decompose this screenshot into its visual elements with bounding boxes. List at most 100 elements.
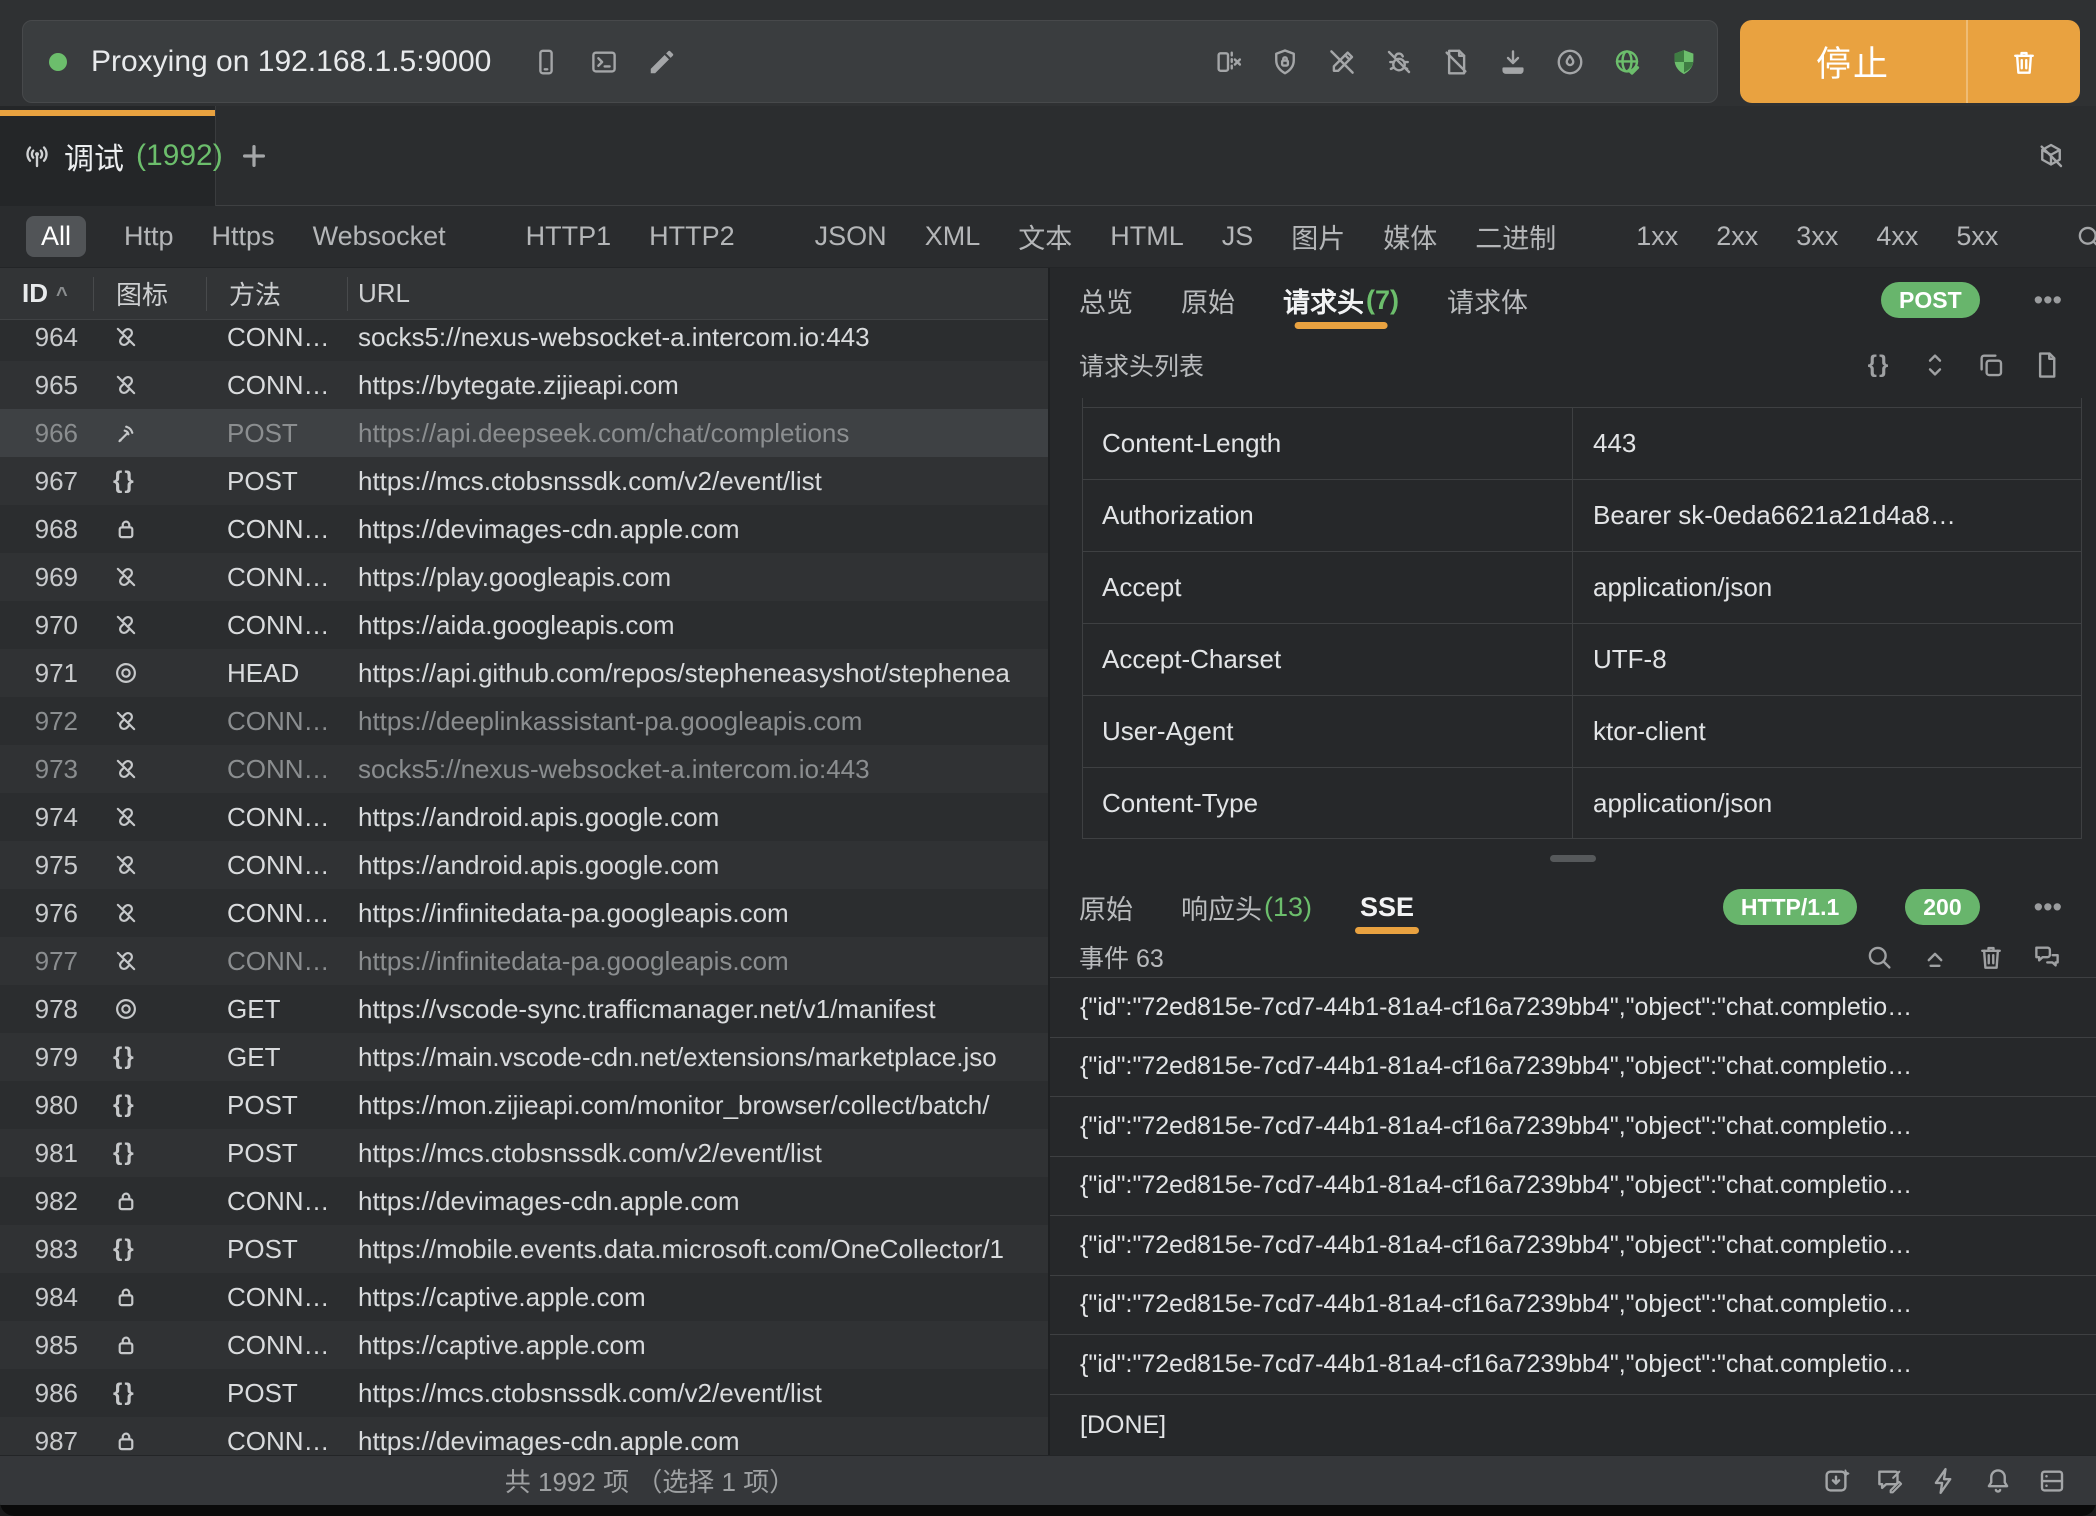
- feedback-icon[interactable]: [1875, 1466, 1905, 1496]
- table-row[interactable]: 968CONN…https://devimages-cdn.apple.com: [0, 505, 1048, 553]
- column-header-url[interactable]: URL: [348, 277, 1048, 311]
- table-row[interactable]: 986{}POSThttps://mcs.ctobsnssdk.com/v2/e…: [0, 1369, 1048, 1417]
- response-tab-SSE[interactable]: SSE: [1360, 877, 1414, 937]
- cube-off-icon[interactable]: [2036, 141, 2066, 171]
- request-tab-请求头[interactable]: 请求头(7): [1283, 268, 1399, 332]
- table-row[interactable]: 973CONN…socks5://nexus-websocket-a.inter…: [0, 745, 1048, 793]
- table-row[interactable]: 966POSThttps://api.deepseek.com/chat/com…: [0, 409, 1048, 457]
- mobile-device-icon[interactable]: [529, 45, 563, 79]
- column-header-icon[interactable]: 图标: [94, 277, 207, 311]
- response-menu-button[interactable]: •••: [2034, 892, 2062, 923]
- trash-icon[interactable]: [1976, 942, 2006, 972]
- response-tab-响应头[interactable]: 响应头(13): [1181, 877, 1312, 937]
- bolt-icon[interactable]: [1929, 1466, 1959, 1496]
- sse-event-row[interactable]: {"id":"72ed815e-7cd7-44b1-81a4-cf16a7239…: [1050, 1038, 2096, 1098]
- request-menu-button[interactable]: •••: [2034, 285, 2062, 316]
- header-row[interactable]: Accept-CharsetUTF-8: [1083, 623, 2081, 695]
- scroll-top-icon[interactable]: [1920, 942, 1950, 972]
- breakpoint-off-icon[interactable]: [1382, 45, 1416, 79]
- table-row[interactable]: 976CONN…https://infinitedata-pa.googleap…: [0, 889, 1048, 937]
- response-tab-原始[interactable]: 原始: [1079, 877, 1133, 937]
- request-tab-原始[interactable]: 原始: [1181, 268, 1235, 332]
- sse-event-row[interactable]: {"id":"72ed815e-7cd7-44b1-81a4-cf16a7239…: [1050, 1157, 2096, 1217]
- table-row[interactable]: 969CONN…https://play.googleapis.com: [0, 553, 1048, 601]
- filter-2xx[interactable]: 2xx: [1716, 221, 1758, 252]
- table-row[interactable]: 965CONN…https://bytegate.zijieapi.com: [0, 361, 1048, 409]
- header-row[interactable]: AuthorizationBearer sk-0eda6621a21d4a8…: [1083, 479, 2081, 551]
- request-tab-总览[interactable]: 总览: [1079, 268, 1133, 332]
- bubbles-icon[interactable]: [2032, 942, 2062, 972]
- table-row[interactable]: 979{}GEThttps://main.vscode-cdn.net/exte…: [0, 1033, 1048, 1081]
- filter-4xx[interactable]: 4xx: [1876, 221, 1918, 252]
- filter-5xx[interactable]: 5xx: [1956, 221, 1998, 252]
- header-row[interactable]: Content-Length443: [1083, 407, 2081, 479]
- table-row[interactable]: 984CONN…https://captive.apple.com: [0, 1273, 1048, 1321]
- filter-二进制[interactable]: 二进制: [1475, 217, 1556, 256]
- server-icon[interactable]: [2037, 1466, 2067, 1496]
- sort-icon[interactable]: [1920, 350, 1950, 380]
- bell-icon[interactable]: [1983, 1466, 2013, 1496]
- header-row[interactable]: Content-Typeapplication/json: [1083, 767, 2081, 839]
- table-row[interactable]: 974CONN…https://android.apis.google.com: [0, 793, 1048, 841]
- network-globe-icon[interactable]: [1610, 45, 1644, 79]
- table-row[interactable]: 977CONN…https://infinitedata-pa.googleap…: [0, 937, 1048, 985]
- device-install-icon[interactable]: [1821, 1466, 1851, 1496]
- sse-event-row[interactable]: {"id":"72ed815e-7cd7-44b1-81a4-cf16a7239…: [1050, 1097, 2096, 1157]
- sse-done-row[interactable]: [DONE]: [1050, 1395, 2096, 1456]
- filter-xml[interactable]: XML: [925, 221, 981, 252]
- edit-icon[interactable]: [645, 45, 679, 79]
- stop-button[interactable]: 停止: [1740, 20, 2080, 103]
- filter-1xx[interactable]: 1xx: [1636, 221, 1678, 252]
- table-row[interactable]: 981{}POSThttps://mcs.ctobsnssdk.com/v2/e…: [0, 1129, 1048, 1177]
- filter-https[interactable]: Https: [212, 221, 275, 252]
- rewrite-off-icon[interactable]: [1325, 45, 1359, 79]
- filter-js[interactable]: JS: [1222, 221, 1254, 252]
- request-tab-请求体[interactable]: 请求体: [1447, 268, 1528, 332]
- table-row[interactable]: 983{}POSThttps://mobile.events.data.micr…: [0, 1225, 1048, 1273]
- braces-icon[interactable]: {}: [1864, 350, 1894, 380]
- table-row[interactable]: 980{}POSThttps://mon.zijieapi.com/monito…: [0, 1081, 1048, 1129]
- table-row[interactable]: 982CONN…https://devimages-cdn.apple.com: [0, 1177, 1048, 1225]
- table-row[interactable]: 975CONN…https://android.apis.google.com: [0, 841, 1048, 889]
- table-row[interactable]: 985CONN…https://captive.apple.com: [0, 1321, 1048, 1369]
- table-row[interactable]: 978GEThttps://vscode-sync.trafficmanager…: [0, 985, 1048, 1033]
- header-row[interactable]: User-Agentktor-client: [1083, 695, 2081, 767]
- table-row[interactable]: 964CONN…socks5://nexus-websocket-a.inter…: [0, 320, 1048, 361]
- clear-trash-icon[interactable]: [1968, 47, 2080, 77]
- search-icon[interactable]: [1864, 942, 1894, 972]
- tab-debug[interactable]: 调试 (1992): [0, 106, 216, 206]
- table-row[interactable]: 967{}POSThttps://mcs.ctobsnssdk.com/v2/e…: [0, 457, 1048, 505]
- filter-http1[interactable]: HTTP1: [526, 221, 612, 252]
- filter-http2[interactable]: HTTP2: [649, 221, 735, 252]
- table-row[interactable]: 970CONN…https://aida.googleapis.com: [0, 601, 1048, 649]
- add-tab-button[interactable]: [216, 106, 292, 206]
- filter-媒体[interactable]: 媒体: [1383, 217, 1437, 256]
- table-row[interactable]: 987CONN…https://devimages-cdn.apple.com: [0, 1417, 1048, 1455]
- sse-event-row[interactable]: {"id":"72ed815e-7cd7-44b1-81a4-cf16a7239…: [1050, 1216, 2096, 1276]
- filter-文本[interactable]: 文本: [1018, 217, 1072, 256]
- filter-3xx[interactable]: 3xx: [1796, 221, 1838, 252]
- column-header-method[interactable]: 方法: [207, 277, 348, 311]
- splitter-handle[interactable]: [1550, 855, 1596, 862]
- filter-图片[interactable]: 图片: [1291, 217, 1345, 256]
- table-row[interactable]: 972CONN…https://deeplinkassistant-pa.goo…: [0, 697, 1048, 745]
- sse-event-row[interactable]: {"id":"72ed815e-7cd7-44b1-81a4-cf16a7239…: [1050, 978, 2096, 1038]
- ssl-shield-icon[interactable]: [1667, 45, 1701, 79]
- download-icon[interactable]: [1496, 45, 1530, 79]
- throttle-icon[interactable]: [1553, 45, 1587, 79]
- panel-splitter[interactable]: [1050, 839, 2096, 877]
- table-row[interactable]: 971HEADhttps://api.github.com/repos/step…: [0, 649, 1048, 697]
- filter-all[interactable]: All: [26, 216, 86, 257]
- sse-event-row[interactable]: {"id":"72ed815e-7cd7-44b1-81a4-cf16a7239…: [1050, 1276, 2096, 1336]
- device-disconnect-icon[interactable]: [1211, 45, 1245, 79]
- certificate-shield-icon[interactable]: [1268, 45, 1302, 79]
- sse-event-row[interactable]: {"id":"72ed815e-7cd7-44b1-81a4-cf16a7239…: [1050, 1335, 2096, 1395]
- filter-json[interactable]: JSON: [815, 221, 887, 252]
- filter-websocket[interactable]: Websocket: [313, 221, 446, 252]
- copy-icon[interactable]: [1976, 350, 2006, 380]
- filter-html[interactable]: HTML: [1110, 221, 1184, 252]
- header-row[interactable]: Acceptapplication/json: [1083, 551, 2081, 623]
- search-icon[interactable]: [2074, 222, 2096, 252]
- script-off-icon[interactable]: [1439, 45, 1473, 79]
- column-header-id[interactable]: ID^: [0, 277, 94, 311]
